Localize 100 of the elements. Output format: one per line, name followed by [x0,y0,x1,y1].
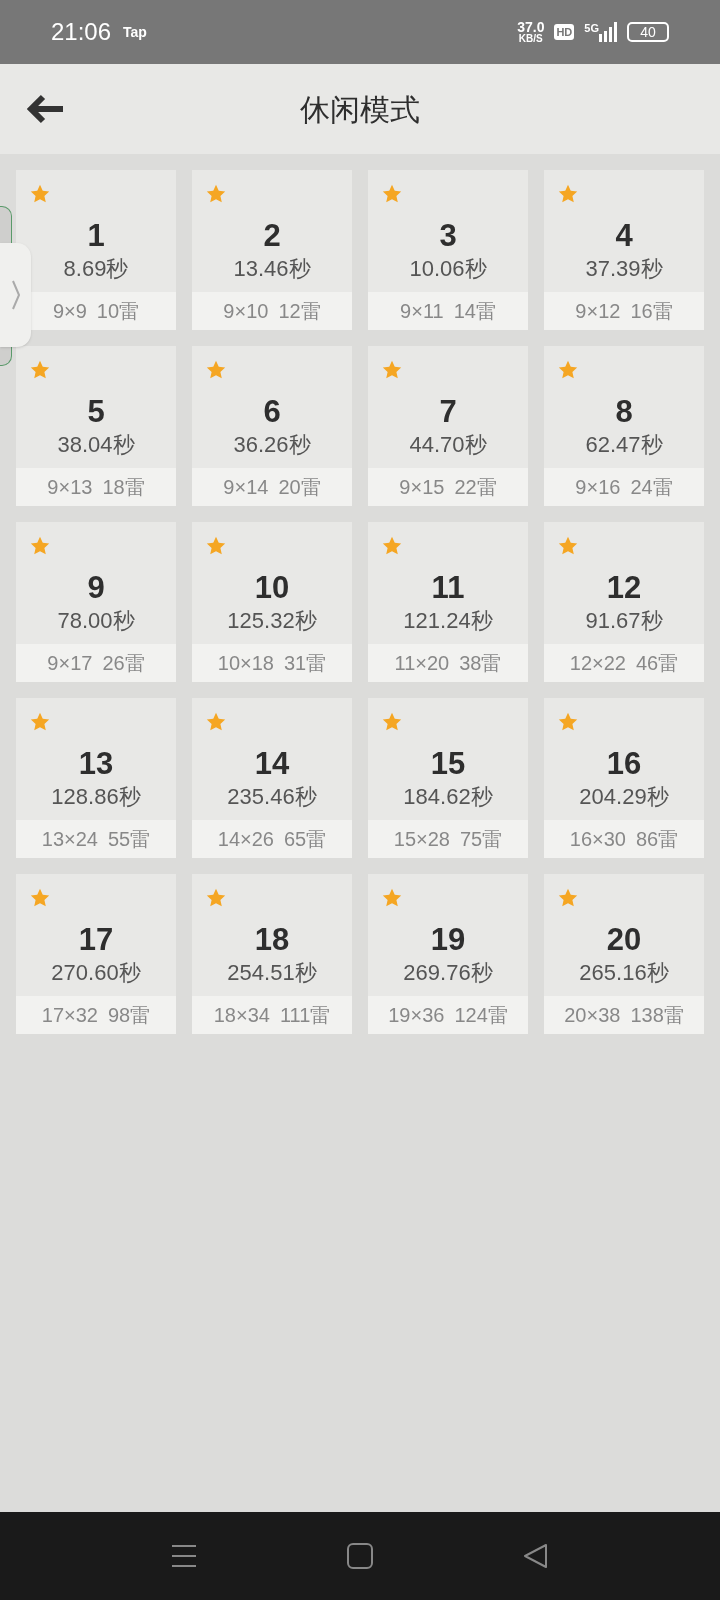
level-card[interactable]: 18 254.51秒 18×34 111雷 [192,874,352,1034]
level-number: 9 [87,570,105,606]
level-number: 15 [430,746,466,782]
best-time: 235.46秒 [227,783,317,811]
level-card[interactable]: 11 121.24秒 11×20 38雷 [368,522,528,682]
back-arrow-icon [27,94,65,124]
mine-count: 86雷 [635,827,679,852]
best-time: 128.86秒 [51,783,141,811]
level-card[interactable]: 2 13.46秒 9×10 12雷 [192,170,352,330]
back-triangle-icon[interactable] [523,1543,549,1569]
level-card[interactable]: 7 44.70秒 9×15 22雷 [368,346,528,506]
board-size: 10×18 [217,651,274,676]
level-card[interactable]: 19 269.76秒 19×36 124雷 [368,874,528,1034]
best-time: 13.46秒 [233,255,311,283]
best-time: 270.60秒 [51,959,141,987]
board-size: 9×10 [223,299,269,324]
battery-indicator: 40 [627,22,669,42]
mine-count: 18雷 [102,475,145,500]
board-size: 19×36 [388,1003,445,1028]
board-size: 20×38 [564,1003,621,1028]
level-number: 10 [254,570,290,606]
mine-count: 14雷 [453,299,496,324]
side-drawer-handle[interactable] [0,243,31,347]
best-time: 254.51秒 [227,959,317,987]
best-time: 44.70秒 [409,431,487,459]
board-size: 9×11 [400,299,444,324]
mine-count: 46雷 [635,651,679,676]
board-size: 9×14 [223,475,269,500]
mine-count: 24雷 [630,475,673,500]
board-size: 9×15 [399,475,445,500]
level-card[interactable]: 16 204.29秒 16×30 86雷 [544,698,704,858]
menu-icon[interactable] [171,1543,197,1569]
level-card[interactable]: 12 91.67秒 12×22 46雷 [544,522,704,682]
level-card[interactable]: 5 38.04秒 9×13 18雷 [16,346,176,506]
mine-count: 75雷 [459,827,503,852]
board-size: 9×16 [575,475,621,500]
level-number: 17 [78,922,114,958]
level-card[interactable]: 10 125.32秒 10×18 31雷 [192,522,352,682]
network-type: 5G [584,21,599,36]
best-time: 10.06秒 [409,255,487,283]
best-time: 184.62秒 [403,783,493,811]
board-size: 9×13 [47,475,93,500]
mine-count: 16雷 [630,299,673,324]
level-number: 16 [606,746,642,782]
board-size: 16×30 [569,827,626,852]
board-size: 9×9 [52,299,87,324]
level-card[interactable]: 9 78.00秒 9×17 26雷 [16,522,176,682]
signal-icon [599,22,617,42]
level-card[interactable]: 4 37.39秒 9×12 16雷 [544,170,704,330]
best-time: 125.32秒 [227,607,317,635]
mine-count: 38雷 [459,651,502,676]
best-time: 36.26秒 [233,431,311,459]
best-time: 37.39秒 [585,255,663,283]
level-number: 11 [431,570,465,606]
mine-count: 22雷 [454,475,497,500]
page-title: 休闲模式 [300,91,420,128]
board-size: 18×34 [213,1003,270,1028]
level-number: 3 [439,218,457,254]
board-size: 9×12 [575,299,621,324]
mine-count: 138雷 [630,1003,684,1028]
chevron-right-icon [11,280,20,310]
mine-count: 65雷 [283,827,327,852]
status-time: 21:06 [51,17,112,47]
board-size: 14×26 [217,827,274,852]
level-number: 20 [606,922,642,958]
level-card[interactable]: 17 270.60秒 17×32 98雷 [16,874,176,1034]
level-number: 2 [263,218,281,254]
level-card[interactable]: 1 8.69秒 9×9 10雷 [16,170,176,330]
level-number: 14 [254,746,290,782]
best-time: 91.67秒 [585,607,663,635]
level-number: 13 [78,746,114,782]
level-number: 12 [606,570,642,606]
board-size: 13×24 [41,827,98,852]
mine-count: 10雷 [96,299,140,324]
board-size: 9×17 [47,651,93,676]
status-app-label: Tap [123,22,147,42]
hd-badge: HD [554,23,575,41]
network-speed-unit: KB/S [518,34,543,44]
level-card[interactable]: 15 184.62秒 15×28 75雷 [368,698,528,858]
network-speed: 37.0 [517,20,545,34]
board-size: 11×20 [394,651,450,676]
best-time: 38.04秒 [57,431,135,459]
level-card[interactable]: 6 36.26秒 9×14 20雷 [192,346,352,506]
level-number: 18 [254,922,290,958]
level-card[interactable]: 13 128.86秒 13×24 55雷 [16,698,176,858]
home-square-icon[interactable] [347,1543,373,1569]
level-card[interactable]: 14 235.46秒 14×26 65雷 [192,698,352,858]
best-time: 8.69秒 [63,255,129,283]
board-size: 17×32 [41,1003,98,1028]
level-number: 5 [87,394,105,430]
level-number: 19 [430,922,466,958]
level-card[interactable]: 20 265.16秒 20×38 138雷 [544,874,704,1034]
best-time: 78.00秒 [57,607,135,635]
level-number: 8 [615,394,633,430]
mine-count: 124雷 [454,1003,508,1028]
mine-count: 111雷 [279,1003,331,1028]
mine-count: 26雷 [102,651,145,676]
level-card[interactable]: 3 10.06秒 9×11 14雷 [368,170,528,330]
mine-count: 98雷 [107,1003,151,1028]
level-card[interactable]: 8 62.47秒 9×16 24雷 [544,346,704,506]
